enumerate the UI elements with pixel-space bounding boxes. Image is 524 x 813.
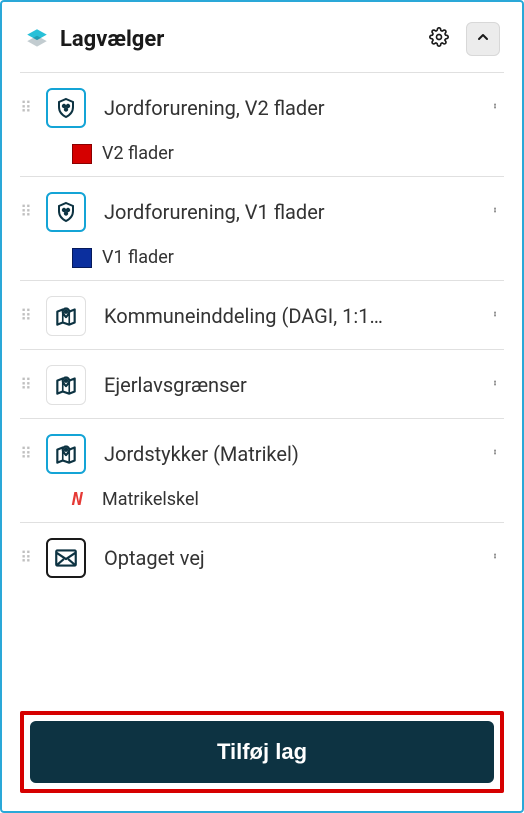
drag-handle-icon[interactable]: ⠿ <box>20 451 34 457</box>
layer-label[interactable]: Jordforurening, V2 flader <box>98 96 474 120</box>
layer-row: ⠿ Optaget vej <box>20 537 504 579</box>
header-actions <box>422 22 500 56</box>
layer-item: ⠿ Jordforurening, V1 flader V1 flader <box>20 177 504 281</box>
layer-label[interactable]: Kommuneinddeling (DAGI, 1:1… <box>98 304 474 328</box>
drag-handle-icon[interactable]: ⠿ <box>20 382 34 388</box>
panel-title: Lagvælger <box>60 27 412 52</box>
gear-icon <box>429 27 449 51</box>
layer-item: ⠿ Kommuneinddeling (DAGI, 1:1… <box>20 281 504 350</box>
collapse-button[interactable] <box>466 22 500 56</box>
layer-label[interactable]: Optaget vej <box>98 546 474 570</box>
add-layer-highlight: Tilføj lag <box>20 711 504 793</box>
layers-logo-icon <box>24 26 50 52</box>
layer-label[interactable]: Jordstykker (Matrikel) <box>98 442 474 466</box>
settings-button[interactable] <box>422 22 456 56</box>
legend-label: Matrikelskel <box>102 489 199 510</box>
dots-vertical-icon <box>492 309 498 328</box>
legend-swatch <box>72 248 92 268</box>
envelope-icon[interactable] <box>46 538 86 578</box>
drag-handle-icon[interactable]: ⠿ <box>20 555 34 561</box>
panel-header: Lagvælger <box>20 16 504 73</box>
layer-row: ⠿ Jordstykker (Matrikel) <box>20 433 504 475</box>
dots-vertical-icon <box>492 551 498 570</box>
map-pin-icon[interactable] <box>46 296 86 336</box>
layer-row: ⠿ Ejerlavsgrænser <box>20 364 504 406</box>
drag-handle-icon[interactable]: ⠿ <box>20 105 34 111</box>
layer-item: ⠿ Ejerlavsgrænser <box>20 350 504 419</box>
legend-row: N Matrikelskel <box>20 475 504 510</box>
shield-icon[interactable] <box>46 88 86 128</box>
drag-handle-icon[interactable]: ⠿ <box>20 209 34 215</box>
legend-swatch <box>72 144 92 164</box>
shield-icon[interactable] <box>46 192 86 232</box>
map-pin-icon[interactable] <box>46 365 86 405</box>
layer-menu-button[interactable] <box>486 90 504 126</box>
layer-row: ⠿ Kommuneinddeling (DAGI, 1:1… <box>20 295 504 337</box>
layer-item: ⠿ Jordstykker (Matrikel) N Matrikelskel <box>20 419 504 523</box>
panel-footer: Tilføj lag <box>20 699 504 793</box>
drag-handle-icon[interactable]: ⠿ <box>20 313 34 319</box>
layer-selector-panel: Lagvælger ⠿Jordforurening, V2 fladerV <box>0 0 524 813</box>
legend-label: V2 flader <box>102 143 174 164</box>
legend-line-icon: N <box>72 489 92 510</box>
layer-item: ⠿ Optaget vej <box>20 523 504 591</box>
layer-menu-button[interactable] <box>486 194 504 230</box>
chevron-up-icon <box>475 29 491 49</box>
layer-menu-button[interactable] <box>486 298 504 334</box>
layer-label[interactable]: Jordforurening, V1 flader <box>98 200 474 224</box>
dots-vertical-icon <box>492 205 498 224</box>
add-layer-button[interactable]: Tilføj lag <box>30 721 494 783</box>
dots-vertical-icon <box>492 447 498 466</box>
map-pin-icon[interactable] <box>46 434 86 474</box>
dots-vertical-icon <box>492 378 498 397</box>
layer-menu-button[interactable] <box>486 540 504 576</box>
layer-label[interactable]: Ejerlavsgrænser <box>98 373 474 397</box>
legend-row: V1 flader <box>20 233 504 268</box>
legend-label: V1 flader <box>102 247 174 268</box>
layer-item: ⠿ Jordforurening, V2 flader V2 flader <box>20 73 504 177</box>
layer-row: ⠿ Jordforurening, V2 flader <box>20 87 504 129</box>
layer-menu-button[interactable] <box>486 436 504 472</box>
legend-row: V2 flader <box>20 129 504 164</box>
layer-list: ⠿ Jordforurening, V2 flader V2 flader ⠿ Jord… <box>20 73 504 699</box>
layer-menu-button[interactable] <box>486 367 504 403</box>
dots-vertical-icon <box>492 101 498 120</box>
layer-row: ⠿ Jordforurening, V1 flader <box>20 191 504 233</box>
